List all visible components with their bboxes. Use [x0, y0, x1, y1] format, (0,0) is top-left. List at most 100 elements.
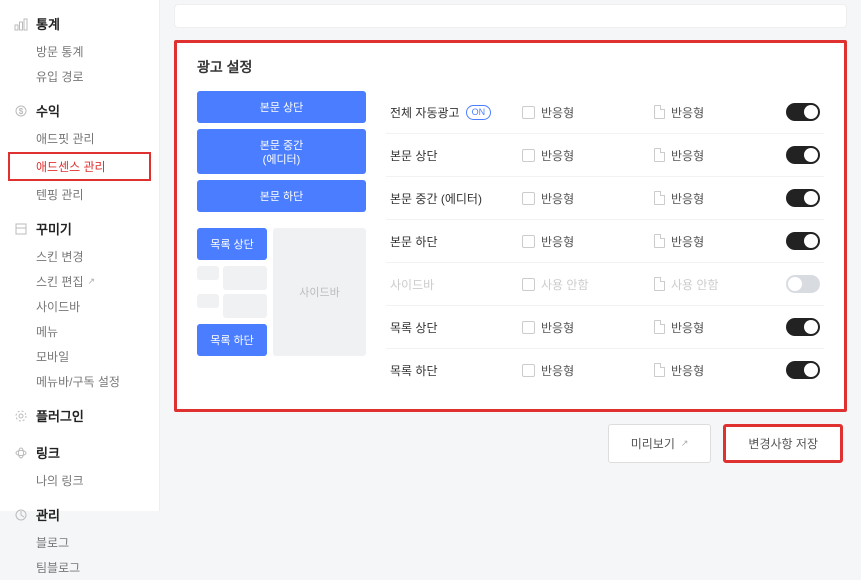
nav-item[interactable]: 스킨 변경	[0, 244, 159, 269]
main-content: 광고 설정 본문 상단 본문 중간 (에디터) 본문 하단 목록 상단	[160, 0, 861, 511]
ad-option-desktop[interactable]: 사용 안함	[654, 276, 774, 293]
placement-toggle[interactable]	[786, 361, 820, 379]
top-card	[174, 4, 847, 28]
nav-item[interactable]: 스킨 편집↗	[0, 269, 159, 294]
ad-option-desktop[interactable]: 반응형	[654, 233, 774, 250]
placement-row: 사이드바사용 안함사용 안함	[386, 263, 824, 306]
placement-row: 목록 하단반응형반응형	[386, 349, 824, 391]
page-icon	[654, 277, 665, 291]
nav-section: $수익애드핏 관리애드센스 관리텐핑 관리	[0, 95, 159, 207]
nav-item[interactable]: 방문 통계	[0, 39, 159, 64]
ad-option-desktop[interactable]: 반응형	[654, 104, 774, 121]
placement-label: 본문 상단	[390, 147, 510, 164]
ad-option-mobile[interactable]: 사용 안함	[522, 276, 642, 293]
nav-header-label: 링크	[36, 443, 60, 462]
placement-toggle[interactable]	[786, 189, 820, 207]
nav-section: 플러그인	[0, 400, 159, 431]
placement-row: 본문 상단 반응형 반응형	[386, 134, 824, 177]
checkbox-icon	[522, 235, 535, 248]
checkbox-icon	[522, 364, 535, 377]
checkbox-icon	[522, 278, 535, 291]
nav-section: 통계방문 통계유입 경로	[0, 8, 159, 89]
nav-section: 꾸미기스킨 변경스킨 편집↗사이드바메뉴모바일메뉴바/구독 설정	[0, 213, 159, 394]
ad-option-mobile[interactable]: 반응형	[522, 190, 642, 207]
save-button[interactable]: 변경사항 저장	[723, 424, 843, 463]
placement-toggle[interactable]	[786, 103, 820, 121]
nav-section-icon	[14, 446, 28, 460]
nav-item[interactable]: 텐핑 관리	[0, 182, 159, 207]
preview-slot-list-top: 목록 상단	[197, 228, 267, 260]
nav-header[interactable]: 통계	[0, 8, 159, 39]
placement-row: 본문 중간 (에디터)반응형반응형	[386, 177, 824, 220]
placement-label: 목록 상단	[390, 319, 510, 336]
nav-header-label: 꾸미기	[36, 219, 72, 238]
skeleton-thumb	[197, 294, 219, 308]
option-label: 반응형	[671, 362, 704, 379]
placement-toggle[interactable]	[786, 232, 820, 250]
nav-item[interactable]: 애드센스 관리	[8, 152, 151, 181]
nav-item[interactable]: 팀블로그	[0, 555, 159, 580]
preview-slot-body-top: 본문 상단	[197, 91, 366, 123]
ad-option-mobile[interactable]: 반응형	[522, 147, 642, 164]
nav-item[interactable]: 블로그	[0, 530, 159, 555]
preview-button[interactable]: 미리보기 ↗	[608, 424, 712, 463]
option-label: 반응형	[671, 319, 704, 336]
skeleton-line	[223, 294, 267, 318]
placement-toggle[interactable]	[786, 146, 820, 164]
checkbox-icon	[522, 106, 535, 119]
ad-option-desktop[interactable]: 반응형	[654, 147, 774, 164]
placement-row: 전체 자동광고ON반응형반응형	[386, 91, 824, 134]
placement-label: 본문 하단	[390, 233, 510, 250]
nav-item[interactable]: 메뉴바/구독 설정	[0, 369, 159, 394]
nav-item[interactable]: 모바일	[0, 344, 159, 369]
ad-placement-table: 전체 자동광고ON반응형반응형본문 상단반응형반응형본문 중간 (에디터)반응형…	[386, 91, 824, 391]
nav-header[interactable]: 플러그인	[0, 400, 159, 431]
sidebar: 통계방문 통계유입 경로$수익애드핏 관리애드센스 관리텐핑 관리꾸미기스킨 변…	[0, 0, 160, 511]
ad-option-mobile[interactable]: 반응형	[522, 319, 642, 336]
external-link-icon: ↗	[681, 438, 689, 449]
option-label: 반응형	[671, 233, 704, 250]
layout-preview: 본문 상단 본문 중간 (에디터) 본문 하단 목록 상단	[197, 91, 366, 391]
nav-item[interactable]: 나의 링크	[0, 468, 159, 493]
page-icon	[654, 363, 665, 377]
page-icon	[654, 105, 665, 119]
nav-item[interactable]: 유입 경로	[0, 64, 159, 89]
nav-header[interactable]: 링크	[0, 437, 159, 468]
ad-option-mobile[interactable]: 반응형	[522, 233, 642, 250]
ad-option-desktop[interactable]: 반응형	[654, 362, 774, 379]
nav-item[interactable]: 메뉴	[0, 319, 159, 344]
nav-section: 관리블로그팀블로그	[0, 499, 159, 580]
panel-title: 광고 설정	[197, 57, 824, 77]
option-label: 반응형	[671, 190, 704, 207]
option-label: 반응형	[671, 147, 704, 164]
placement-toggle	[786, 275, 820, 293]
option-label: 반응형	[541, 233, 574, 250]
nav-header[interactable]: 관리	[0, 499, 159, 530]
ad-option-mobile[interactable]: 반응형	[522, 362, 642, 379]
checkbox-icon	[522, 321, 535, 334]
external-link-icon: ↗	[88, 276, 96, 287]
svg-text:$: $	[19, 107, 24, 116]
nav-header-label: 통계	[36, 14, 60, 33]
preview-slot-list-bottom: 목록 하단	[197, 324, 267, 356]
preview-button-label: 미리보기	[631, 435, 675, 452]
ad-option-desktop[interactable]: 반응형	[654, 319, 774, 336]
nav-section-icon	[14, 222, 28, 236]
ad-option-mobile[interactable]: 반응형	[522, 104, 642, 121]
option-label: 반응형	[541, 190, 574, 207]
nav-header[interactable]: $수익	[0, 95, 159, 126]
page-icon	[654, 320, 665, 334]
preview-slot-body-bottom: 본문 하단	[197, 180, 366, 212]
placement-row: 목록 상단 반응형 반응형	[386, 306, 824, 349]
placement-toggle[interactable]	[786, 318, 820, 336]
nav-header[interactable]: 꾸미기	[0, 213, 159, 244]
footer-actions: 미리보기 ↗ 변경사항 저장	[174, 424, 847, 463]
nav-header-label: 관리	[36, 505, 60, 524]
ad-option-desktop[interactable]: 반응형	[654, 190, 774, 207]
nav-header-label: 플러그인	[36, 406, 84, 425]
nav-item[interactable]: 애드핏 관리	[0, 126, 159, 151]
skeleton-line	[223, 266, 267, 290]
nav-item[interactable]: 사이드바	[0, 294, 159, 319]
option-label: 반응형	[541, 362, 574, 379]
nav-section-icon	[14, 508, 28, 522]
